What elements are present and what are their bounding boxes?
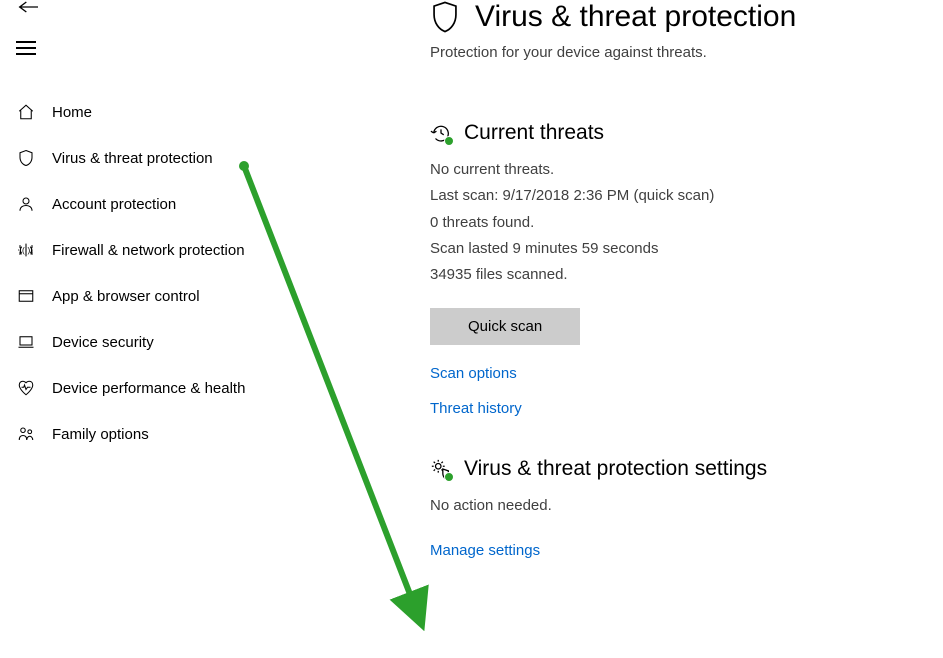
sidebar-item-label: Account protection (52, 196, 176, 213)
svg-text:)): )) (28, 246, 34, 255)
home-icon (16, 102, 36, 122)
person-icon (16, 194, 36, 214)
sidebar-item-app-browser[interactable]: App & browser control (0, 273, 380, 319)
threat-history-link[interactable]: Threat history (430, 400, 903, 417)
window-icon (16, 286, 36, 306)
history-shield-icon (430, 122, 452, 144)
laptop-icon (16, 332, 36, 352)
section-title: Virus & threat protection settings (464, 457, 767, 481)
back-button[interactable] (0, 0, 380, 37)
page-subtitle: Protection for your device against threa… (430, 44, 903, 61)
shield-icon (430, 0, 460, 34)
quick-scan-button[interactable]: Quick scan (430, 308, 580, 345)
scan-duration: Scan lasted 9 minutes 59 seconds (430, 236, 903, 262)
signal-icon: (()) (16, 240, 36, 260)
heart-icon (16, 378, 36, 398)
main-content: Virus & threat protection Protection for… (380, 0, 943, 658)
sidebar-item-label: App & browser control (52, 288, 200, 305)
hamburger-menu-button[interactable] (0, 41, 380, 89)
page-header: Virus & threat protection (430, 0, 903, 34)
sidebar-item-family[interactable]: Family options (0, 411, 380, 457)
sidebar-item-label: Device security (52, 334, 154, 351)
sidebar-item-label: Home (52, 104, 92, 121)
last-scan-info: Last scan: 9/17/2018 2:36 PM (quick scan… (430, 183, 903, 209)
settings-status: No action needed. (430, 493, 903, 519)
shield-icon (16, 148, 36, 168)
sidebar-item-virus-threat[interactable]: Virus & threat protection (0, 135, 380, 181)
sidebar-item-device-security[interactable]: Device security (0, 319, 380, 365)
sidebar-item-home[interactable]: Home (0, 89, 380, 135)
family-icon (16, 424, 36, 444)
threats-found-count: 0 threats found. (430, 210, 903, 236)
manage-settings-link[interactable]: Manage settings (430, 542, 903, 559)
protection-settings-section: Virus & threat protection settings No ac… (430, 457, 903, 558)
sidebar-item-label: Virus & threat protection (52, 150, 213, 167)
svg-text:((: (( (19, 246, 25, 255)
sidebar: Home Virus & threat protection Account p… (0, 0, 380, 658)
sidebar-item-label: Family options (52, 426, 149, 443)
sidebar-item-label: Device performance & health (52, 380, 245, 397)
page-title: Virus & threat protection (475, 0, 796, 34)
threats-status: No current threats. (430, 157, 903, 183)
sidebar-item-firewall[interactable]: (()) Firewall & network protection (0, 227, 380, 273)
sidebar-item-account[interactable]: Account protection (0, 181, 380, 227)
section-title: Current threats (464, 121, 604, 145)
sidebar-item-label: Firewall & network protection (52, 242, 245, 259)
scan-options-link[interactable]: Scan options (430, 365, 903, 382)
sidebar-item-performance[interactable]: Device performance & health (0, 365, 380, 411)
files-scanned-count: 34935 files scanned. (430, 262, 903, 288)
current-threats-section: Current threats No current threats. Last… (430, 121, 903, 417)
nav-list: Home Virus & threat protection Account p… (0, 89, 380, 457)
gear-shield-icon (430, 458, 452, 480)
